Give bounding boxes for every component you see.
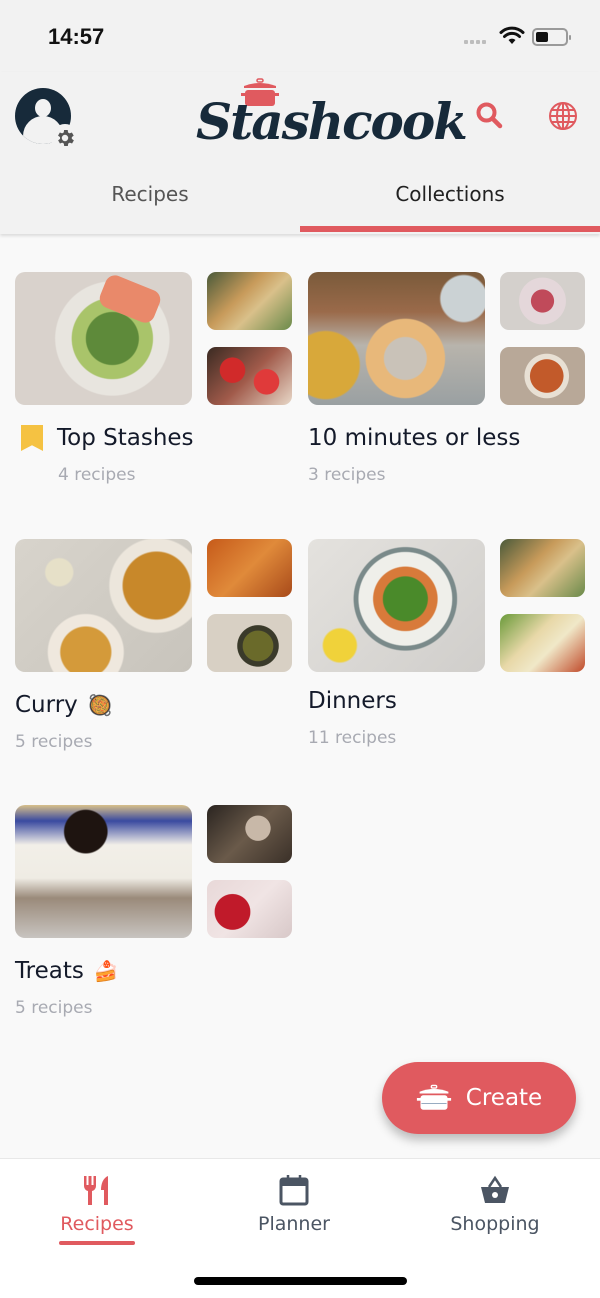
recipe-image — [308, 272, 485, 405]
collection-title-text: Top Stashes — [57, 425, 194, 451]
recipe-image — [207, 880, 292, 938]
collection-card-10-minutes[interactable]: 10 minutes or less 3 recipes — [308, 272, 585, 485]
collection-title-text: 10 minutes or less — [308, 425, 521, 451]
fork-knife-icon — [83, 1176, 108, 1205]
battery-icon — [532, 28, 571, 46]
collection-thumbnails — [15, 272, 292, 405]
collection-title-text: Curry — [15, 692, 78, 718]
collection-thumbnails — [15, 539, 292, 672]
nav-recipes-label: Recipes — [60, 1213, 134, 1235]
bookmark-icon — [21, 425, 43, 451]
collection-card-top-stashes[interactable]: Top Stashes 4 recipes — [15, 272, 292, 485]
gear-icon[interactable] — [51, 124, 79, 152]
app-header: Stashcook Recipes Collections — [0, 72, 600, 234]
recipe-image — [500, 347, 585, 405]
tab-collections[interactable]: Collections — [300, 168, 600, 234]
collection-title-text: Dinners — [308, 688, 397, 714]
collection-count: 11 recipes — [308, 728, 397, 748]
collection-title: Treats 🍰 — [15, 958, 292, 984]
status-bar: 14:57 — [0, 0, 600, 72]
stashcook-logo: Stashcook — [196, 78, 468, 162]
status-time: 14:57 — [48, 24, 105, 49]
pot-icon — [416, 1084, 451, 1110]
collection-title: 10 minutes or less — [308, 425, 585, 451]
collection-thumbnails — [308, 539, 585, 672]
recipe-image — [500, 539, 585, 597]
collection-thumbnails — [15, 805, 292, 938]
collection-count: 3 recipes — [308, 465, 386, 485]
create-label: Create — [465, 1085, 543, 1111]
collection-card-curry[interactable]: Curry 🥘 5 recipes — [15, 539, 292, 752]
recipe-image — [15, 805, 192, 938]
collection-thumbnails — [308, 272, 585, 405]
globe-icon[interactable] — [548, 101, 578, 131]
nav-planner-label: Planner — [258, 1213, 330, 1235]
recipe-image — [207, 347, 292, 405]
cellular-signal-icon — [464, 40, 486, 44]
tab-recipes[interactable]: Recipes — [0, 168, 300, 234]
recipe-image — [500, 272, 585, 330]
recipe-image — [207, 805, 292, 863]
basket-icon — [481, 1175, 509, 1203]
collection-count: 5 recipes — [15, 998, 93, 1018]
recipe-image — [15, 272, 192, 405]
collection-count: 5 recipes — [15, 732, 93, 752]
create-button[interactable]: Create — [382, 1062, 576, 1134]
recipe-image — [207, 614, 292, 672]
nav-recipes[interactable]: Recipes — [17, 1173, 177, 1245]
active-indicator — [59, 1241, 135, 1245]
collection-title: Top Stashes — [15, 425, 292, 451]
nav-planner[interactable]: Planner — [214, 1173, 374, 1235]
collection-card-treats[interactable]: Treats 🍰 5 recipes — [15, 805, 292, 1018]
recipe-image — [15, 539, 192, 672]
recipe-image — [207, 539, 292, 597]
recipe-image — [500, 614, 585, 672]
collection-title: Dinners — [308, 688, 585, 714]
nav-shopping[interactable]: Shopping — [415, 1173, 575, 1235]
collection-card-dinners[interactable]: Dinners 11 recipes — [308, 539, 585, 748]
collection-title-text: Treats — [15, 958, 84, 984]
recipe-image — [308, 539, 485, 672]
collection-tabs: Recipes Collections — [0, 168, 600, 234]
cake-emoji-icon: 🍰 — [93, 959, 119, 983]
collection-count: 4 recipes — [58, 465, 136, 485]
recipe-image — [207, 272, 292, 330]
calendar-icon — [279, 1175, 309, 1206]
wifi-icon — [499, 26, 525, 44]
collection-title: Curry 🥘 — [15, 692, 292, 718]
logo-text: Stashcook — [196, 92, 468, 151]
paella-emoji-icon: 🥘 — [87, 693, 113, 717]
home-indicator[interactable] — [194, 1277, 407, 1285]
nav-shopping-label: Shopping — [450, 1213, 540, 1235]
search-icon[interactable] — [474, 100, 504, 130]
